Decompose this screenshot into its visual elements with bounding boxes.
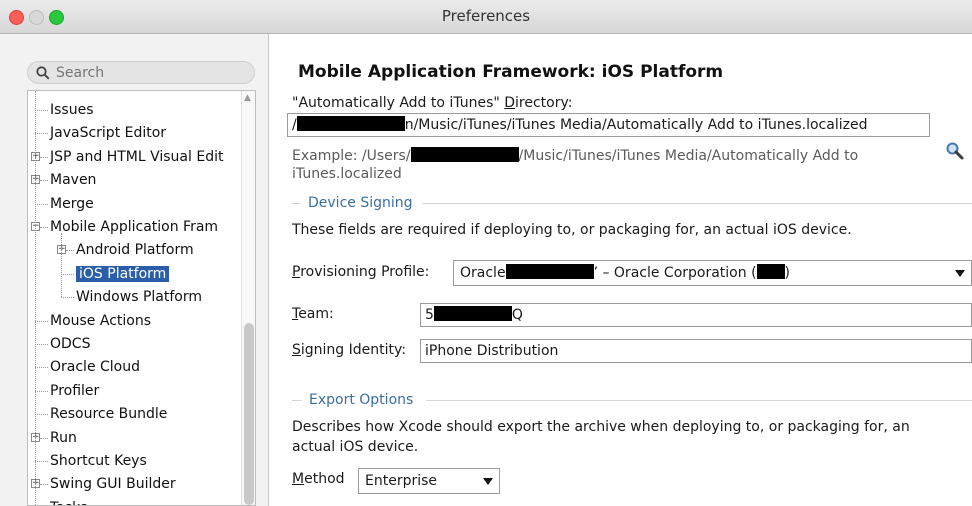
method-label: Method [292, 471, 345, 487]
tree-connector [40, 156, 48, 158]
tree-connector [40, 437, 48, 439]
tree-connector [66, 250, 74, 252]
section-divider [292, 400, 302, 401]
tree-item-label: Windows Platform [76, 289, 202, 306]
tree-item[interactable]: Run [50, 427, 77, 449]
tree-item[interactable]: Windows Platform [76, 286, 202, 308]
tree-item-label: Merge [50, 195, 94, 212]
tree-item[interactable]: Android Platform [76, 239, 194, 261]
tree-connector [35, 110, 48, 111]
section-divider [292, 203, 300, 204]
export-options-description-line2: actual iOS device. [292, 439, 419, 455]
main-panel: Mobile Application Framework: iOS Platfo… [270, 34, 972, 506]
tree-connector [35, 320, 48, 322]
tree-scrollbar[interactable]: ▲ [241, 91, 255, 505]
tree-connector [40, 227, 48, 228]
tree-connector [35, 414, 48, 416]
tree-connector [35, 390, 48, 392]
search-icon [36, 66, 50, 80]
tree-connector [61, 273, 74, 275]
tree-item-label: Oracle Cloud [50, 359, 140, 376]
example-text: Example: /Users//Music/iTunes/iTunes Med… [292, 147, 859, 164]
redacted-block [410, 147, 519, 162]
page-title: Mobile Application Framework: iOS Platfo… [298, 62, 724, 82]
tree-item-label: JavaScript Editor [50, 125, 167, 142]
tree-connector [40, 484, 48, 486]
tree-item-label: Maven [50, 172, 97, 189]
redacted-block [505, 264, 594, 279]
scroll-up-arrow-icon[interactable]: ▲ [244, 93, 251, 103]
tree-item[interactable]: Merge [50, 193, 94, 215]
tree-item-label: Swing GUI Builder [50, 476, 176, 493]
search-input[interactable] [56, 64, 246, 81]
tree-item-label: ODCS [50, 336, 91, 352]
tree-connector [35, 203, 48, 205]
tree-item[interactable]: Issues [50, 99, 94, 121]
tree-item[interactable]: Tasks [50, 497, 88, 505]
team-field[interactable]: 5Q [420, 303, 972, 327]
tree-item-label: JSP and HTML Visual Edit [50, 148, 224, 165]
window-title: Preferences [441, 7, 531, 25]
tree-item-label: Shortcut Keys [50, 453, 147, 469]
tree-item[interactable]: ODCS [50, 333, 90, 355]
chevron-down-icon [955, 270, 965, 277]
redacted-block [296, 116, 405, 131]
scrollbar-thumb[interactable] [244, 323, 254, 505]
title-bar: Preferences [0, 0, 972, 34]
export-options-title: Export Options [309, 392, 414, 408]
tree-connector [35, 367, 48, 369]
provisioning-profile-select[interactable]: Oracle’ – Oracle Corporation () [453, 260, 972, 286]
tree-connector [61, 233, 62, 298]
tree-item[interactable]: iOS Platform [76, 263, 170, 285]
tree-item[interactable]: Swing GUI Builder [50, 473, 176, 495]
itunes-directory-label: "Automatically Add to iTunes" Directory: [292, 95, 573, 111]
magnifier-browse-icon[interactable] [945, 141, 965, 161]
chevron-down-icon [483, 478, 493, 485]
tree-item[interactable]: Resource Bundle [50, 403, 167, 425]
team-label: Team: [292, 306, 334, 322]
tree-item[interactable]: Mouse Actions [50, 310, 151, 332]
signing-identity-label: Signing Identity: [292, 342, 406, 358]
tree-item-label: iOS Platform [76, 265, 170, 282]
tree-item[interactable]: Shortcut Keys [50, 450, 147, 472]
tree-connector [35, 344, 48, 345]
section-divider [422, 203, 972, 204]
tree-item-label: Profiler [50, 382, 100, 399]
tree-item[interactable]: Maven [50, 169, 96, 191]
redacted-block [433, 306, 512, 321]
tree-item-label: Mouse Actions [50, 312, 152, 329]
tree-item-label: Issues [50, 102, 94, 118]
tree-connector [35, 133, 48, 135]
tree-connector [35, 91, 36, 505]
tree-item-label: Mobile Application Fram [50, 219, 219, 235]
tree-connector [40, 180, 48, 182]
tree-item-label: Run [50, 429, 77, 446]
tree-item-label: Resource Bundle [50, 406, 168, 423]
device-signing-title: Device Signing [308, 195, 413, 211]
example-text-line2: iTunes.localized [292, 166, 402, 182]
tree-item-label: Tasks [50, 500, 88, 505]
tree-item[interactable]: JavaScript Editor [50, 122, 166, 144]
tree-item[interactable]: JSP and HTML Visual Edit [50, 146, 223, 168]
tree-item[interactable]: Profiler [50, 380, 99, 402]
redacted-block [756, 264, 785, 279]
section-divider [426, 400, 972, 401]
search-box[interactable] [27, 61, 255, 84]
sidebar: IssuesJavaScript Editor+JSP and HTML Vis… [0, 34, 269, 506]
export-options-description: Describes how Xcode should export the ar… [292, 419, 910, 435]
provisioning-profile-label: Provisioning Profile: [292, 264, 430, 280]
tree-item[interactable]: Mobile Application Fram [50, 216, 218, 238]
itunes-directory-field[interactable]: / n/Music/iTunes/iTunes Media/Automatical… [287, 113, 930, 137]
tree-item-label: Android Platform [76, 242, 194, 259]
device-signing-description: These fields are required if deploying t… [292, 222, 852, 238]
preferences-tree: Issues JavaScript Editor + JSP and HTML Vis… [27, 90, 256, 506]
tree-item[interactable]: Oracle Cloud [50, 356, 140, 378]
signing-identity-field[interactable]: iPhone Distribution [420, 339, 972, 363]
method-select[interactable]: Enterprise [358, 468, 500, 494]
tree-connector [35, 461, 48, 462]
tree-connector [61, 297, 74, 299]
